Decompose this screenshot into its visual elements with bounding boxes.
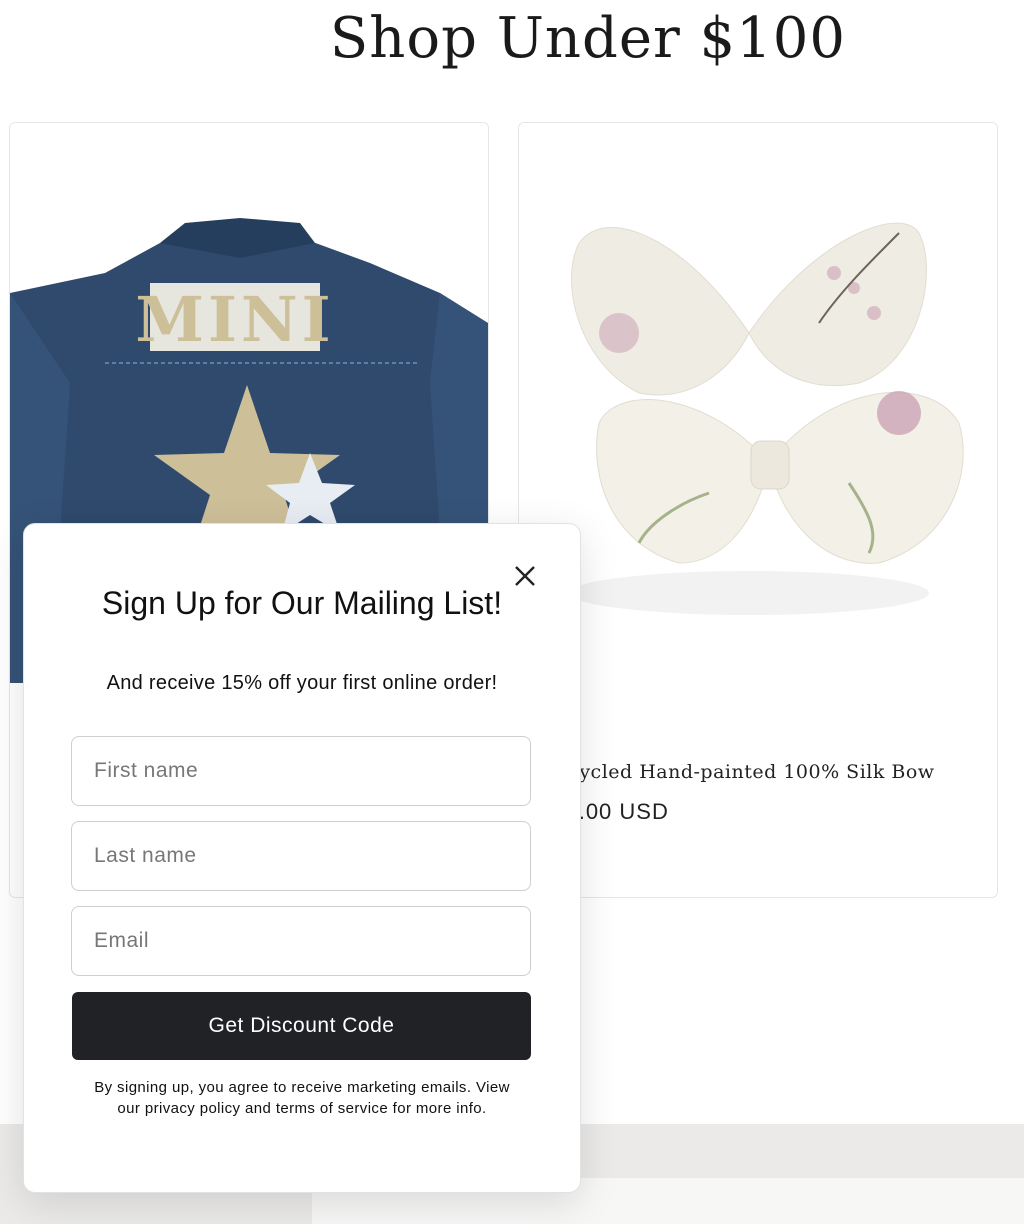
email-field[interactable] <box>71 906 531 976</box>
popup-subtitle: And receive 15% off your first online or… <box>106 672 498 694</box>
last-name-field[interactable] <box>71 821 531 891</box>
svg-text:MINI: MINI <box>135 283 334 356</box>
legal-text: By signing up, you agree to receive mark… <box>94 1079 510 1117</box>
mailing-list-popup: Sign Up for Our Mailing List! And receiv… <box>23 523 581 1193</box>
page-title: Shop Under $100 <box>329 6 847 71</box>
first-name-field[interactable] <box>71 736 531 806</box>
get-discount-code-button[interactable]: Get Discount Code <box>72 992 531 1060</box>
product-card-silk-bow[interactable]: Upcycled Hand-painted 100% Silk Bow $58.… <box>518 122 998 898</box>
popup-title: Sign Up for Our Mailing List! <box>101 585 503 621</box>
product-image-silk-bow[interactable] <box>519 123 997 683</box>
product-title[interactable]: Upcycled Hand-painted 100% Silk Bow <box>539 761 935 783</box>
